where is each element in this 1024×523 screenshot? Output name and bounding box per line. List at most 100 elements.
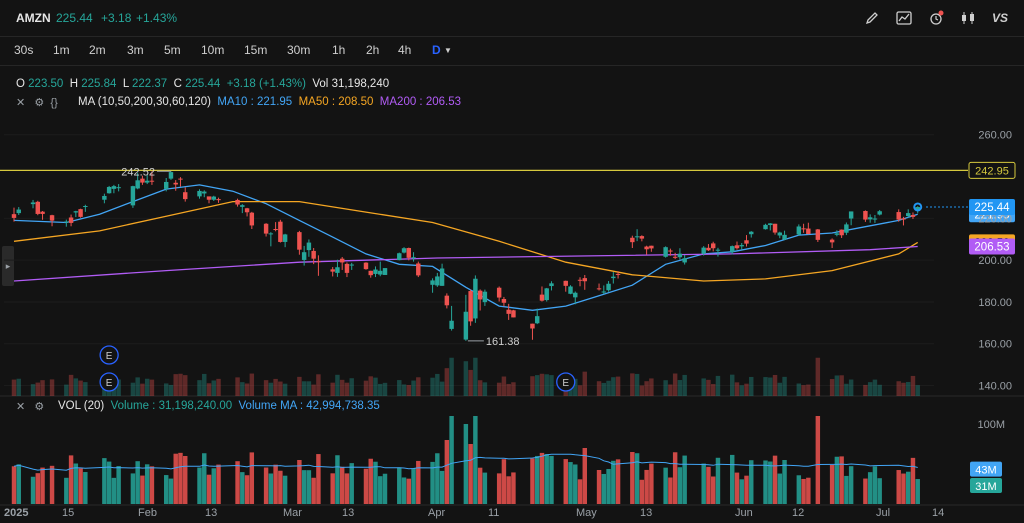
volume-overlay-bar [411,380,416,396]
candle-body [397,253,402,261]
volume-overlay-bar [611,377,616,396]
close-icon[interactable]: ✕ [16,97,25,109]
volume-overlay-bar [149,379,155,396]
tf-30m[interactable]: 30m [287,43,310,57]
volume-bar [539,452,545,504]
low-value: 222.37 [132,78,168,90]
volume-bar [268,473,274,504]
tf-day[interactable]: D [432,43,441,57]
candle-body [544,288,549,301]
tf-4h[interactable]: 4h [398,43,411,57]
volume-overlay-bar [568,377,573,396]
ma-line-ma10 [13,184,918,311]
volume-bar [311,477,316,504]
candle-body [577,279,583,281]
volume-bar [378,476,383,504]
volume-bar [606,468,611,504]
chevron-down-icon[interactable]: ▼ [444,46,452,55]
volume-overlay-bar [777,382,783,396]
volume-overlay-bar [701,378,706,396]
side-panel-toggle[interactable]: ▸ [2,246,14,286]
volume-bar [368,458,373,504]
candle-body [197,190,202,197]
pencil-icon[interactable] [862,9,882,27]
candle-body [202,191,207,194]
volume-overlay-bar [278,381,283,396]
alert-icon[interactable] [926,9,946,27]
candle-body [649,245,654,249]
tf-3m[interactable]: 3m [127,43,144,57]
tf-1h[interactable]: 1h [332,43,345,57]
volume-bar [530,458,535,504]
volume-bar [611,460,616,504]
tf-30s[interactable]: 30s [14,43,33,57]
tf-5m[interactable]: 5m [164,43,181,57]
volume-overlay-bar [915,385,920,396]
volume-overlay-bar [335,374,340,396]
time-tick-label: 13 [342,507,354,519]
volume-bar [677,467,683,504]
volume-overlay-bar [435,373,440,396]
vol-legend-controls: ✕ ⚙ [16,400,44,413]
volume-tick-label: 100M [977,419,1005,431]
volume-overlay-bar [615,376,621,396]
volume-overlay-bar [815,357,821,396]
ma-title: MA (10,50,200,30,60,120) [78,96,211,108]
source-code-icon[interactable]: {} [50,97,57,109]
candle-body [382,268,388,275]
volume-bar [211,468,216,504]
volume-bar [496,473,502,504]
tf-10m[interactable]: 10m [201,43,224,57]
volume-overlay-bar [511,382,516,396]
chart-icon[interactable] [894,9,914,27]
volume-bar [744,475,749,504]
price-tick-label: 160.00 [978,339,1012,351]
volume-overlay-bar [896,381,901,396]
candle-body [782,234,787,240]
volume-overlay-bar [35,382,41,396]
volume-overlay-bar [473,357,478,396]
volume-bar [905,471,911,504]
volume-overlay-bar [249,373,255,396]
volume-overlay-bar [306,381,312,396]
close-icon[interactable]: ✕ [16,401,25,413]
high-value: 225.84 [81,78,117,90]
volume-overlay-bar [496,382,502,396]
candle-body [116,187,121,189]
volume-overlay-bar [240,382,245,396]
candle-body [339,258,345,263]
volume-bar [701,463,706,504]
volume-bar [839,456,844,504]
volume-overlay-bar [173,374,178,396]
time-tick-label: 12 [792,507,804,519]
tf-2h[interactable]: 2h [366,43,379,57]
candle-body [111,186,117,189]
volume-bar [83,472,88,504]
volume-bar [596,469,602,504]
open-label: O [16,78,25,90]
volume-bar [615,459,621,504]
volume-overlay-bar [806,384,811,396]
volume-overlay-bar [749,376,754,396]
settings-icon[interactable]: ⚙ [34,401,44,413]
volume-overlay-bar [506,383,511,396]
volume-overlay-bar [406,384,412,396]
compare-vs-button[interactable]: VS [990,9,1010,27]
candle-body [844,224,849,233]
volume-overlay-bar [49,379,55,396]
ma200-tag: 206.53 [974,241,1009,253]
settings-icon[interactable]: ⚙ [34,97,44,109]
candles-icon[interactable] [958,9,978,27]
volume-bar [749,460,754,504]
tf-1m[interactable]: 1m [53,43,70,57]
volume-overlay-bar [706,379,711,396]
volume-bar [240,472,245,504]
tf-15m[interactable]: 15m [244,43,267,57]
change-value: +3.18 (+1.43%) [226,78,306,90]
symbol-label[interactable]: AMZN [16,11,51,25]
candle-body [801,228,806,230]
volume-bar [316,454,321,504]
volume-bar [573,464,578,504]
earnings-marker [99,372,119,392]
tf-2m[interactable]: 2m [89,43,106,57]
